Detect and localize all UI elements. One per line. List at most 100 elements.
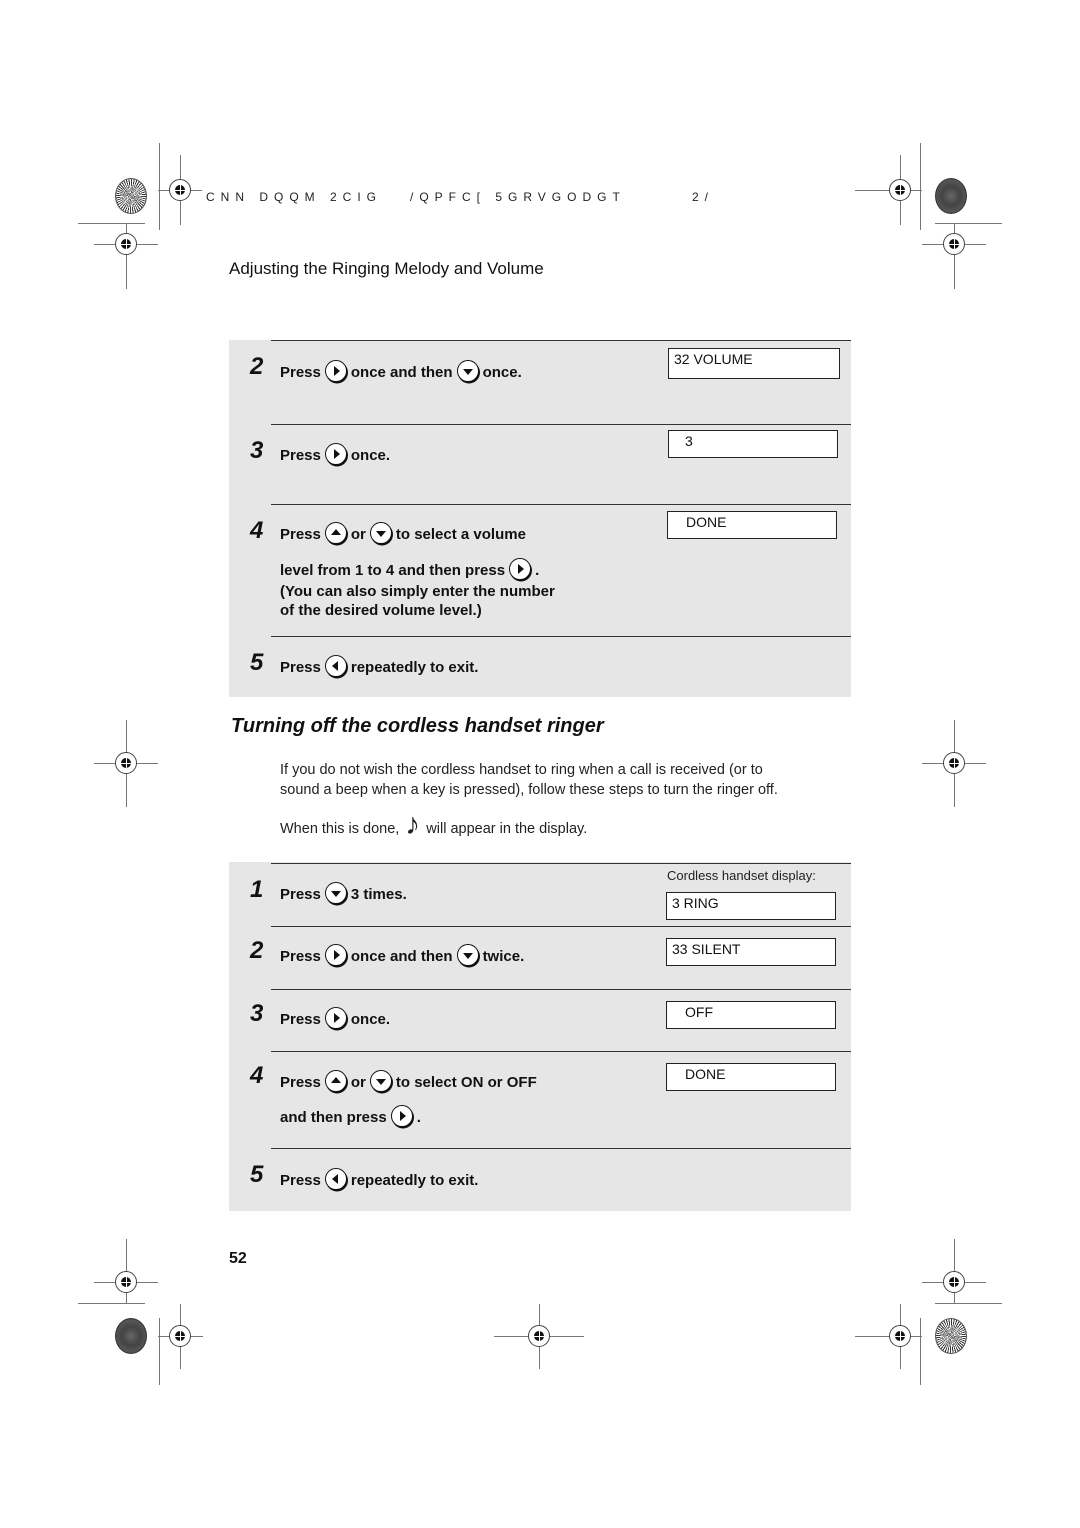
- step-text: once and then: [350, 363, 453, 381]
- lcd-display: 3: [668, 430, 838, 458]
- down-key-icon: [369, 1070, 392, 1092]
- step-number: 5: [250, 1161, 264, 1188]
- step-2: 2 Press once and then once. 32 VOLUME: [250, 340, 851, 425]
- step-number: 4: [250, 517, 264, 544]
- lcd-display: 3 RING: [666, 892, 836, 920]
- up-key-icon: [324, 522, 347, 544]
- step-number: 5: [250, 649, 264, 676]
- step-note: of the desired volume level.): [280, 602, 482, 619]
- step-number: 2: [250, 353, 264, 380]
- step-text: level from 1 to 4 and then press: [280, 561, 506, 579]
- step-text: to select ON or OFF: [395, 1073, 537, 1091]
- ringer-steps-panel: Cordless handset display: 1 Press 3 times…: [229, 862, 851, 1211]
- page-number: 52: [229, 1250, 247, 1267]
- ringer-intro-line-1: If you do not wish the cordless handset …: [280, 762, 763, 778]
- trim-line: [159, 1318, 160, 1385]
- step-text: once.: [350, 1010, 391, 1028]
- step-3: 3 Press once. OFF: [250, 989, 851, 1052]
- trim-line: [935, 1303, 1002, 1304]
- step-4: 4 Press or to select ON or OFF and then pr…: [250, 1051, 851, 1149]
- ringer-intro-line-2: sound a beep when a key is pressed), fol…: [280, 782, 778, 798]
- step-text: Press: [280, 525, 321, 543]
- trim-line: [920, 143, 921, 230]
- when-done-line: When this is done, ♪ will appear in the di…: [280, 810, 588, 841]
- right-key-icon: [324, 944, 347, 966]
- step-text: Press: [280, 446, 321, 464]
- step-text: repeatedly to exit.: [350, 658, 479, 676]
- step-5: 5 Press repeatedly to exit.: [250, 636, 851, 698]
- step-instruction: Press once.: [280, 1007, 391, 1031]
- right-key-icon: [324, 443, 347, 465]
- step-number: 3: [250, 1000, 264, 1027]
- right-key-icon: [509, 558, 532, 580]
- color-calibration-starburst: [115, 178, 147, 214]
- step-instruction: Press once and then once.: [280, 360, 522, 384]
- step-text: Press: [280, 1073, 321, 1091]
- step-number: 2: [250, 937, 264, 964]
- trim-line: [78, 223, 145, 224]
- step-text: Press: [280, 658, 321, 676]
- step-1: 1 Press 3 times. 3 RING: [250, 863, 851, 927]
- step-2: 2 Press once and then twice. 33 SILENT: [250, 926, 851, 990]
- step-text: and then press: [280, 1108, 387, 1126]
- step-3: 3 Press once. 3: [250, 424, 851, 505]
- lcd-display: 32 VOLUME: [668, 348, 840, 379]
- step-instruction: Press once.: [280, 443, 391, 467]
- step-text: or: [350, 525, 366, 543]
- color-calibration-disc: [935, 178, 967, 214]
- step-text: repeatedly to exit.: [350, 1171, 479, 1189]
- ringer-section-heading: Turning off the cordless handset ringer: [231, 715, 604, 737]
- step-4: 4 Press or to select a volume level from 1…: [250, 504, 851, 637]
- step-instruction: level from 1 to 4 and then press.: [280, 558, 540, 582]
- step-text: .: [535, 561, 540, 579]
- step-text: once.: [350, 446, 391, 464]
- step-instruction: Press repeatedly to exit.: [280, 655, 479, 679]
- step-text: Press: [280, 885, 321, 903]
- step-number: 1: [250, 876, 264, 903]
- lcd-display: 33 SILENT: [666, 938, 836, 966]
- step-text: .: [416, 1108, 421, 1126]
- down-key-icon: [456, 360, 479, 382]
- lcd-display: DONE: [666, 1063, 836, 1091]
- step-text: once and then: [350, 947, 453, 965]
- left-key-icon: [324, 655, 347, 677]
- step-text: twice.: [482, 947, 525, 965]
- header-page-code: 2/: [692, 190, 715, 204]
- step-number: 4: [250, 1062, 264, 1089]
- right-key-icon: [324, 1007, 347, 1029]
- step-text: Press: [280, 1010, 321, 1028]
- step-5: 5 Press repeatedly to exit.: [250, 1148, 851, 1212]
- step-text: Press: [280, 363, 321, 381]
- right-key-icon: [324, 360, 347, 382]
- right-key-icon: [390, 1105, 413, 1127]
- step-text: Press: [280, 947, 321, 965]
- step-note: (You can also simply enter the number: [280, 583, 555, 600]
- lcd-display: OFF: [666, 1001, 836, 1029]
- step-text: once.: [482, 363, 522, 381]
- when-done-text: When this is done,: [280, 820, 400, 837]
- step-text: to select a volume: [395, 525, 526, 543]
- color-calibration-disc: [115, 1318, 147, 1354]
- step-instruction: Press 3 times.: [280, 882, 407, 906]
- volume-steps-panel: 2 Press once and then once. 32 VOLUME 3 Pr…: [229, 340, 851, 697]
- down-key-icon: [324, 882, 347, 904]
- step-instruction: Press or to select a volume: [280, 522, 526, 546]
- trim-line: [935, 223, 1002, 224]
- down-key-icon: [456, 944, 479, 966]
- header-code: CNN DQQM 2CIG /QPFC[ 5GRVGODGT: [206, 190, 626, 204]
- up-key-icon: [324, 1070, 347, 1092]
- trim-line: [78, 1303, 145, 1304]
- step-text: Press: [280, 1171, 321, 1189]
- left-key-icon: [324, 1168, 347, 1190]
- section-title: Adjusting the Ringing Melody and Volume: [229, 259, 544, 278]
- lcd-display: DONE: [667, 511, 837, 539]
- when-done-text: will appear in the display.: [426, 820, 588, 837]
- step-instruction: Press repeatedly to exit.: [280, 1168, 479, 1192]
- step-instruction: Press once and then twice.: [280, 944, 525, 968]
- step-number: 3: [250, 437, 264, 464]
- step-text: 3 times.: [350, 885, 407, 903]
- step-instruction: and then press.: [280, 1105, 421, 1129]
- down-key-icon: [369, 522, 392, 544]
- step-instruction: Press or to select ON or OFF: [280, 1070, 537, 1094]
- step-text: or: [350, 1073, 366, 1091]
